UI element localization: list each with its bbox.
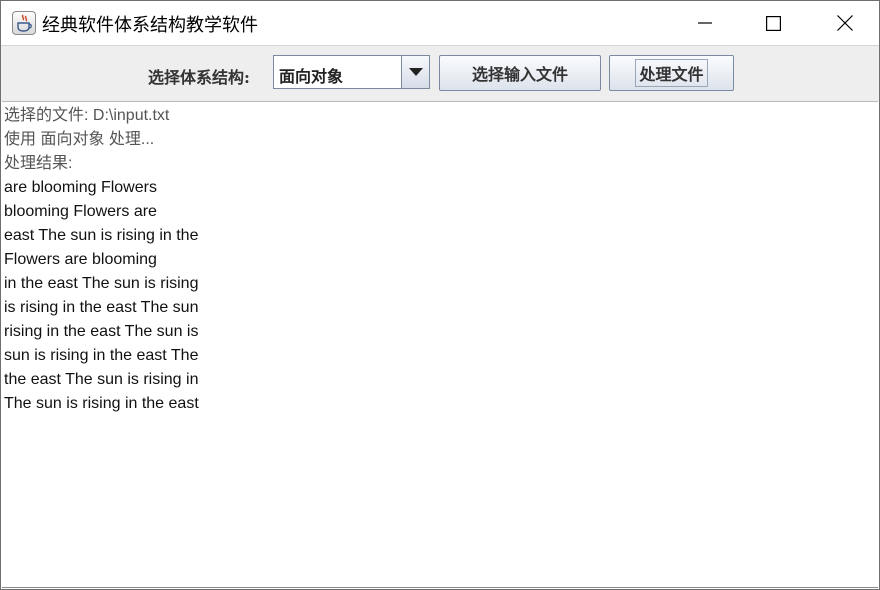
output-line: east The sun is rising in the	[4, 227, 199, 244]
minimize-button[interactable]	[682, 1, 728, 45]
output-line: blooming Flowers are	[4, 203, 157, 220]
select-input-file-label: 选择输入文件	[471, 65, 568, 84]
output-line: the east The sun is rising in	[4, 371, 199, 388]
architecture-label: 选择体系结构:	[148, 68, 250, 87]
chevron-down-icon[interactable]	[401, 56, 429, 88]
output-lines: 选择的文件: D:\input.txt 使用 面向对象 处理... 处理结果: …	[4, 104, 199, 416]
output-line: 使用 面向对象 处理...	[4, 131, 155, 148]
title-bar[interactable]: 经典软件体系结构教学软件	[1, 1, 879, 45]
output-line: 处理结果:	[4, 155, 73, 172]
close-icon	[837, 15, 853, 31]
maximize-icon	[765, 15, 781, 31]
output-line: The sun is rising in the east	[4, 395, 199, 412]
window-title: 经典软件体系结构教学软件	[42, 15, 258, 36]
output-line: rising in the east The sun is	[4, 323, 199, 340]
output-text-area[interactable]: 选择的文件: D:\input.txt 使用 面向对象 处理... 处理结果: …	[2, 101, 878, 588]
output-line: 选择的文件: D:\input.txt	[4, 107, 170, 124]
output-line: are blooming Flowers	[4, 179, 157, 196]
process-file-label: 处理文件	[635, 59, 708, 87]
process-file-button[interactable]: 处理文件	[609, 55, 734, 91]
toolbar: 选择体系结构: 面向对象 选择输入文件 处理文件	[1, 45, 879, 101]
architecture-select-value: 面向对象	[279, 67, 344, 86]
app-window: 经典软件体系结构教学软件 选择体系结构: 面向对象 选择输入文件 处理文件 选择…	[0, 0, 880, 590]
output-line: in the east The sun is rising	[4, 275, 199, 292]
java-cup-icon	[12, 11, 36, 35]
architecture-select[interactable]: 面向对象	[273, 55, 430, 89]
minimize-icon	[698, 22, 712, 24]
maximize-button[interactable]	[750, 1, 796, 45]
output-line: Flowers are blooming	[4, 251, 157, 268]
output-line: is rising in the east The sun	[4, 299, 199, 316]
output-line: sun is rising in the east The	[4, 347, 199, 364]
select-input-file-button[interactable]: 选择输入文件	[439, 55, 601, 91]
close-button[interactable]	[822, 1, 868, 45]
